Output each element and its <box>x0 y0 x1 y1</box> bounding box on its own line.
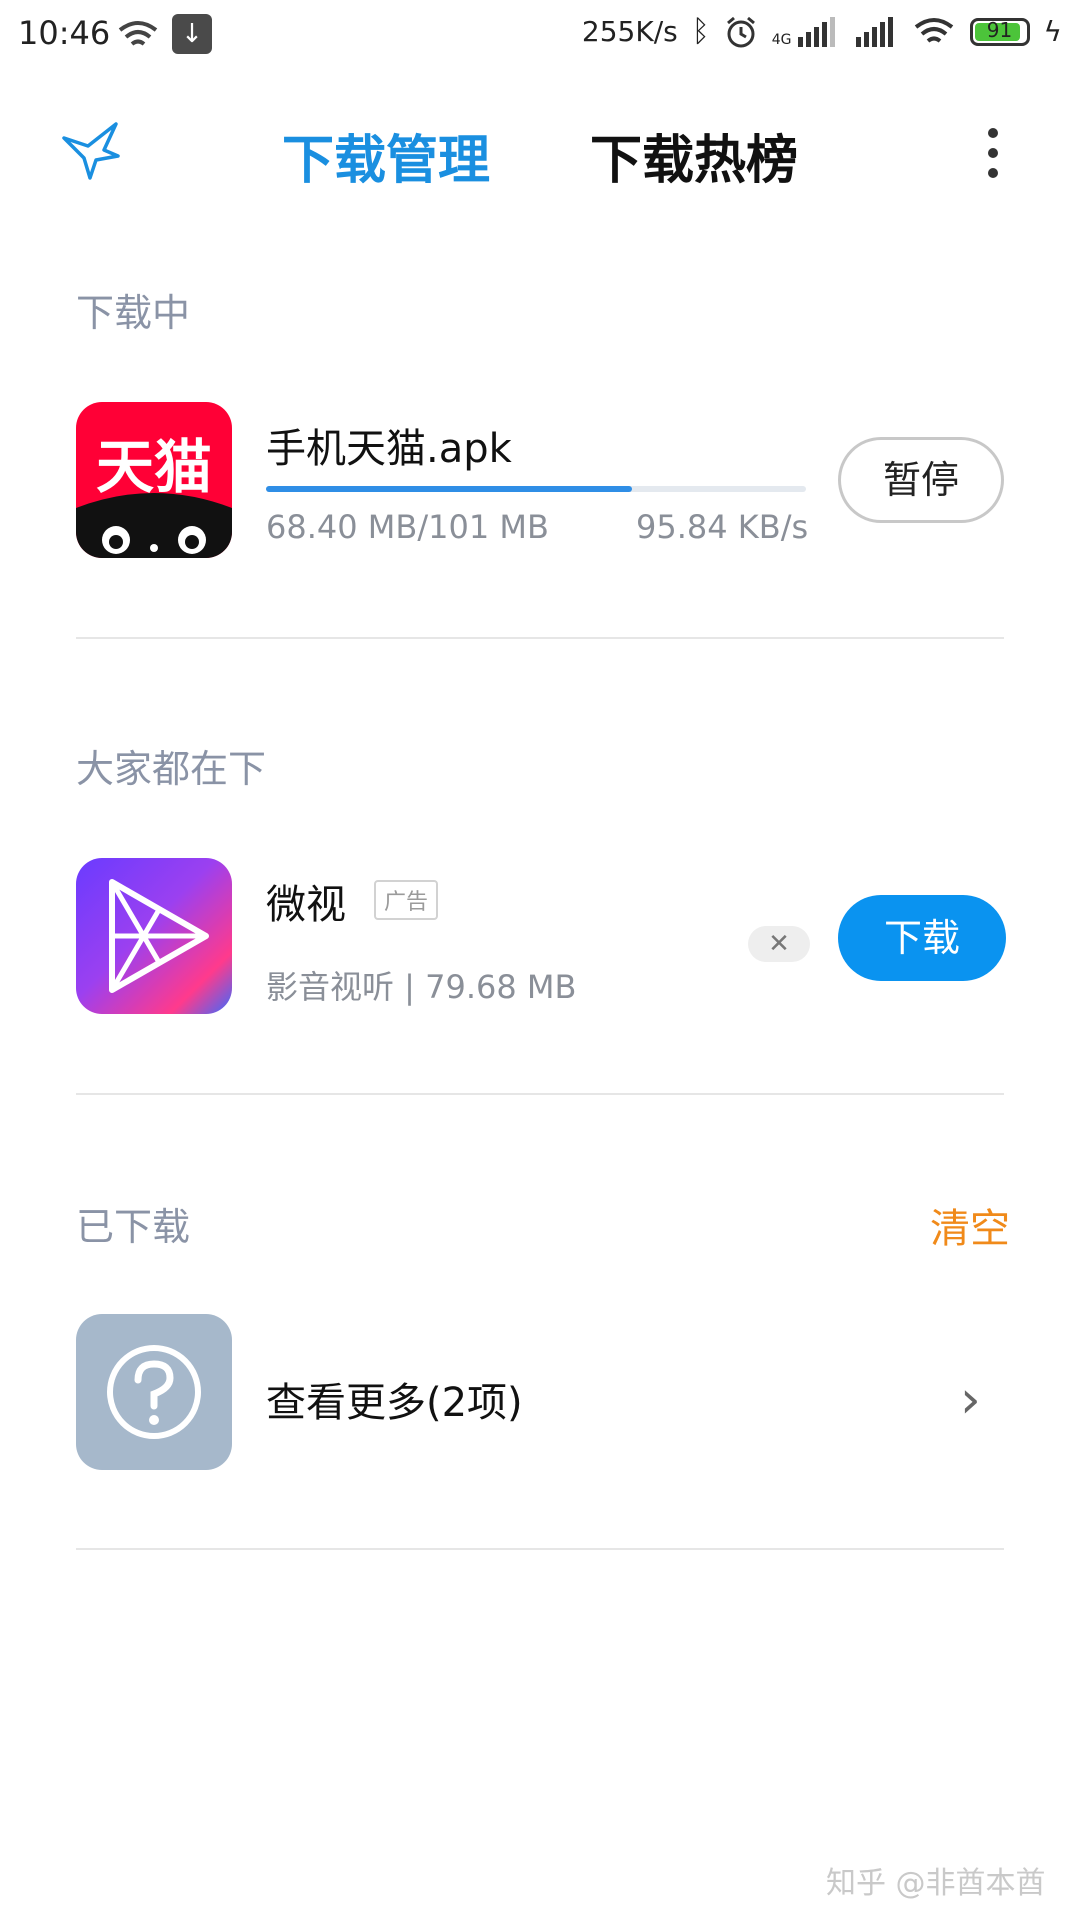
ad-badge: 广告 <box>374 880 439 920</box>
status-right-group: 255K/s ᛒ 4G 91 ϟ <box>582 14 1062 49</box>
network-speed: 255K/s <box>581 15 678 48</box>
divider <box>76 1548 1004 1550</box>
download-speed: 95.84 KB/s <box>636 508 809 546</box>
section-title-recommended: 大家都在下 <box>76 747 267 791</box>
section-title-downloaded: 已下载 <box>76 1205 191 1249</box>
view-more-downloaded[interactable]: 查看更多(2项) <box>266 1370 523 1428</box>
bird-logo-icon[interactable] <box>60 120 124 180</box>
divider <box>76 1093 1004 1095</box>
wifi-strong-icon <box>914 17 953 43</box>
weishi-app-icon <box>76 858 232 1014</box>
charging-icon: ϟ <box>1043 15 1062 48</box>
more-options-icon[interactable] <box>988 128 998 188</box>
chevron-right-icon[interactable]: › <box>960 1370 981 1430</box>
section-title-downloading: 下载中 <box>76 291 191 335</box>
signal-bars-icon-2 <box>855 16 893 47</box>
download-notification-icon: ↓ <box>172 14 212 54</box>
bluetooth-icon: ᛒ <box>691 14 710 49</box>
download-button[interactable]: 下载 <box>838 895 1006 981</box>
download-progress-fill <box>266 486 632 492</box>
download-progress-bar <box>266 486 806 492</box>
pause-button[interactable]: 暂停 <box>838 437 1004 523</box>
wifi-icon <box>118 21 158 46</box>
tmall-cat-face-icon <box>76 493 232 558</box>
play-triangle-icon <box>109 879 209 993</box>
battery-level: 91 <box>986 17 1013 42</box>
recommended-app-name: 微视 <box>266 882 346 928</box>
battery-icon: 91 <box>969 17 1030 46</box>
downloading-app-name: 手机天猫.apk <box>266 426 512 472</box>
status-bar: 10:46 ↓ 255K/s ᛒ 4G 91 ϟ <box>0 0 1080 72</box>
signal-bars-icon <box>797 16 835 47</box>
cellular-signal-4g-icon: 4G <box>771 16 840 48</box>
tab-download-ranking[interactable]: 下载热榜 <box>590 118 798 193</box>
watermark: 知乎 @非酋本酋 <box>826 1866 1046 1901</box>
network-type-label: 4G <box>771 31 792 48</box>
question-circle-icon <box>107 1345 201 1439</box>
recommended-app-meta: 影音视听 | 79.68 MB <box>266 968 577 1006</box>
download-size-progress: 68.40 MB/101 MB <box>266 508 549 546</box>
divider <box>76 637 1004 639</box>
alarm-icon <box>726 16 755 47</box>
tab-download-manager[interactable]: 下载管理 <box>282 118 490 193</box>
dismiss-ad-close-icon[interactable]: ✕ <box>748 926 810 962</box>
tmall-app-icon: 天猫 <box>76 402 232 558</box>
unknown-file-icon[interactable] <box>76 1314 232 1470</box>
clear-button[interactable]: 清空 <box>930 1196 1010 1254</box>
status-time: 10:46 <box>18 14 111 52</box>
